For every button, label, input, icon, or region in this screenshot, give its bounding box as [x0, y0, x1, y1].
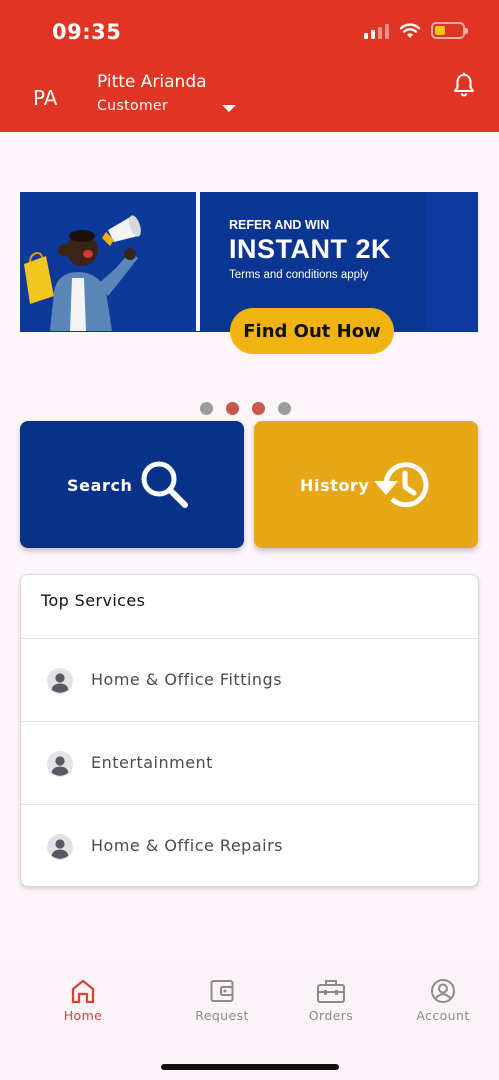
- find-out-how-button[interactable]: Find Out How: [230, 308, 394, 354]
- bell-icon[interactable]: [452, 72, 476, 98]
- nav-label: Orders: [308, 1008, 354, 1023]
- search-tile-label: Search: [67, 476, 133, 495]
- nav-item-home[interactable]: Home: [43, 978, 123, 1023]
- bottom-navigation: Home Request Orders Account: [0, 962, 499, 1080]
- carousel-indicator: [200, 402, 291, 415]
- history-tile-label: History: [300, 476, 370, 495]
- status-icons: [364, 22, 468, 39]
- home-icon: [71, 979, 95, 1004]
- promo-banner[interactable]: REFER AND WIN INSTANT 2K Terms and condi…: [20, 192, 478, 354]
- search-icon: [141, 461, 188, 508]
- battery-icon: [431, 22, 468, 39]
- search-tile[interactable]: Search: [20, 421, 244, 548]
- account-icon: [431, 979, 455, 1003]
- carousel-dot[interactable]: [200, 402, 213, 415]
- banner-next-slide-peek: [426, 192, 478, 331]
- banner-eyebrow: REFER AND WIN: [229, 218, 330, 232]
- nav-label: Home: [63, 1008, 103, 1023]
- carousel-dot[interactable]: [226, 402, 239, 415]
- home-indicator[interactable]: [161, 1064, 339, 1070]
- user-name: Pitte Arianda: [97, 72, 207, 92]
- carousel-dot[interactable]: [278, 402, 291, 415]
- person-icon: [47, 751, 73, 777]
- megaphone-person-illustration: [20, 192, 198, 331]
- banner-terms: Terms and conditions apply: [229, 269, 369, 281]
- status-time: 09:35: [52, 20, 122, 44]
- person-icon: [47, 668, 73, 694]
- caret-down-icon[interactable]: [222, 105, 236, 112]
- user-initials-avatar[interactable]: PA: [33, 86, 57, 110]
- banner-image: [20, 192, 198, 331]
- nav-label: Request: [195, 1008, 249, 1023]
- service-item-label: Home & Office Fittings: [91, 670, 283, 689]
- banner-headline: INSTANT 2K: [229, 234, 392, 264]
- nav-item-account[interactable]: Account: [403, 978, 483, 1023]
- service-item-home-office-repairs[interactable]: Home & Office Repairs: [21, 804, 478, 887]
- briefcase-icon: [317, 980, 345, 1003]
- carousel-dot[interactable]: [252, 402, 265, 415]
- cellular-signal-icon: [364, 23, 389, 39]
- top-services-card: Top Services Home & Office Fittings Ente…: [20, 574, 479, 887]
- user-role[interactable]: Customer: [97, 98, 168, 114]
- top-services-title: Top Services: [41, 591, 146, 610]
- service-item-label: Entertainment: [91, 753, 213, 772]
- nav-item-orders[interactable]: Orders: [291, 978, 371, 1023]
- wifi-icon: [399, 22, 421, 38]
- service-item-home-office-fittings[interactable]: Home & Office Fittings: [21, 638, 478, 721]
- wallet-icon: [210, 980, 234, 1002]
- service-item-entertainment[interactable]: Entertainment: [21, 721, 478, 804]
- nav-label: Account: [416, 1008, 470, 1023]
- service-item-label: Home & Office Repairs: [91, 836, 283, 855]
- history-tile[interactable]: History: [254, 421, 478, 548]
- app-header: 09:35 PA Pitte Arianda Customer: [0, 0, 499, 132]
- history-icon: [374, 462, 429, 508]
- person-icon: [47, 834, 73, 860]
- nav-item-request[interactable]: Request: [182, 978, 262, 1023]
- banner-divider: [196, 192, 200, 331]
